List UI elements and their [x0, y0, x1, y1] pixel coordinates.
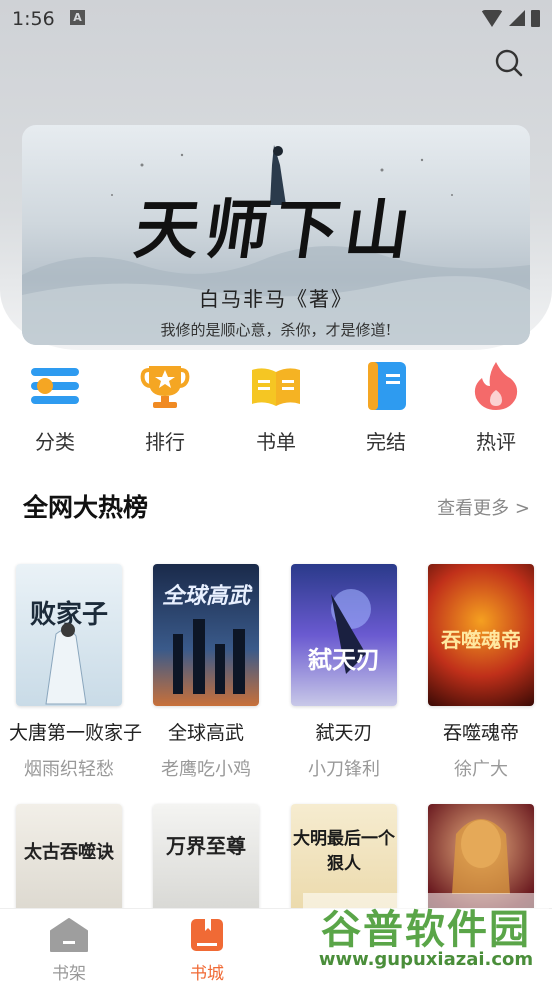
category-booklist[interactable]: 书单: [236, 360, 316, 455]
tab-label: 书架: [52, 964, 86, 983]
category-classify[interactable]: 分类: [15, 360, 95, 455]
book-cover: 全球高武: [153, 564, 259, 706]
book-cover: 败家子: [16, 564, 122, 706]
search-icon[interactable]: [494, 48, 524, 78]
book-title: 弑天刃: [315, 722, 373, 744]
book-author: 老鹰吃小鸡: [161, 759, 251, 780]
book-card[interactable]: 全球高武 全球高武 老鹰吃小鸡: [146, 564, 266, 781]
cover-art: [331, 589, 371, 674]
tab-label: 书城: [190, 964, 224, 983]
book-author: 徐广大: [454, 759, 508, 780]
book-title: 吞噬魂帝: [442, 722, 519, 744]
wifi-icon: [481, 9, 503, 27]
book-title: 大唐第一败家子: [9, 722, 143, 744]
status-icons: [481, 8, 540, 28]
category-label: 完结: [366, 430, 406, 454]
chevron-right-icon: >: [514, 498, 530, 519]
banner-tagline: 我修的是顺心意，杀你，才是修道!: [160, 321, 392, 339]
cover-title: 太古吞噬诀: [24, 842, 114, 863]
see-more-label: 查看更多: [437, 498, 510, 519]
cover-title: 弑天刃: [308, 645, 380, 674]
watermark-title: 谷普软件园: [321, 907, 531, 953]
list-icon: [31, 368, 79, 404]
battery-icon: [531, 9, 540, 27]
banner-book-title: 天师下山: [129, 193, 421, 268]
flame-icon: [474, 362, 518, 410]
signal-icon: [509, 10, 525, 26]
watermark-url: www.gupuxiazai.com: [318, 949, 534, 970]
status-time: 1:56: [12, 8, 55, 30]
tab-bookstore[interactable]: 书城: [172, 917, 242, 983]
book-cover: 弑天刃: [291, 564, 397, 706]
book-card[interactable]: 吞噬魂帝 吞噬魂帝 徐广大: [421, 564, 541, 781]
notification-icon: A: [70, 10, 85, 25]
category-ranking[interactable]: 排行: [125, 360, 205, 455]
open-book-icon: [252, 368, 300, 406]
book-author: 烟雨织轻愁: [24, 759, 114, 780]
book-cover: 吞噬魂帝: [428, 564, 534, 706]
banner-author: 白马非马《著》: [199, 287, 353, 311]
status-bar: 1:56 A: [0, 0, 552, 38]
cover-title: 吞噬魂帝: [441, 628, 521, 652]
category-hot-reviews[interactable]: 热评: [456, 360, 536, 455]
category-label: 书单: [256, 430, 296, 454]
cover-title: 大明最后一个狠人: [293, 829, 395, 874]
promo-banner[interactable]: 天师下山 白马非马《著》 我修的是顺心意，杀你，才是修道!: [22, 125, 530, 345]
bookstore-icon: [191, 919, 223, 951]
tab-bookshelf[interactable]: 书架: [34, 917, 104, 983]
cover-title: 万界至尊: [166, 834, 246, 858]
book-card[interactable]: 败家子 大唐第一败家子 烟雨织轻愁: [9, 564, 143, 781]
watermark-logo: 谷普软件园 www.gupuxiazai.com: [303, 893, 549, 981]
home-icon: [50, 918, 88, 952]
category-label: 排行: [145, 430, 185, 454]
section-title: 全网大热榜: [23, 493, 149, 522]
book-card[interactable]: 弑天刃 弑天刃 小刀锋利: [284, 564, 404, 781]
category-nav: 分类 排行 书单 完结 热评: [0, 360, 552, 460]
cover-art: [173, 619, 245, 694]
category-label: 热评: [476, 430, 516, 454]
trophy-icon: [140, 366, 190, 408]
cover-art: [45, 623, 87, 705]
book-author: 小刀锋利: [308, 759, 380, 780]
book-title: 全球高武: [167, 722, 244, 744]
book-icon: [368, 362, 406, 410]
see-more-link[interactable]: 查看更多 >: [437, 494, 530, 520]
category-completed[interactable]: 完结: [346, 360, 426, 455]
category-label: 分类: [35, 430, 75, 454]
